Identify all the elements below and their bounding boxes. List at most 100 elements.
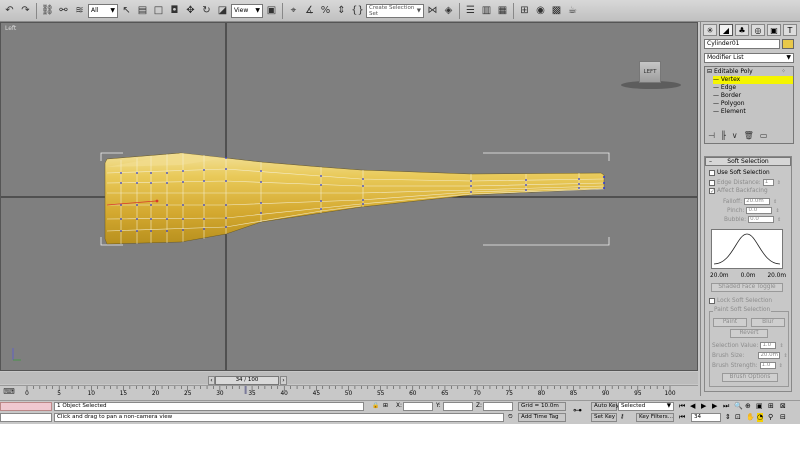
select-by-name-icon[interactable]: ▤ (135, 3, 150, 19)
spinner-arrows-icon[interactable]: ⇕ (779, 343, 783, 349)
modify-tab-icon[interactable]: ◢ (719, 24, 733, 36)
key-filter-icon[interactable]: ⚷ (620, 413, 624, 422)
maxscript-mini-input[interactable] (0, 413, 52, 422)
prev-key-icon[interactable]: ◀ (690, 402, 695, 411)
curve-editor-icon[interactable]: ▦ (495, 3, 510, 19)
maxscript-listener[interactable] (0, 402, 52, 411)
viewcube[interactable]: LEFT (639, 61, 661, 83)
pin-stack-icon[interactable]: ⊣ (708, 131, 715, 140)
time-config-icon[interactable]: ⇕ (725, 413, 731, 422)
key-mode-toggle-icon[interactable]: ⏮ (679, 413, 685, 422)
prev-frame-arrow-icon[interactable]: ‹ (208, 376, 215, 385)
zoom-extents-icon[interactable]: ▣ (756, 402, 763, 411)
scale-icon[interactable]: ◪ (215, 3, 230, 19)
object-color-swatch[interactable] (782, 39, 794, 49)
affect-backfacing-row[interactable]: Affect Backfacing (709, 188, 768, 194)
configure-sets-icon[interactable]: ▭ (760, 131, 768, 140)
edge-distance-row[interactable]: Edge Distance: 1 ⇕ (709, 179, 781, 186)
layer-manager-icon[interactable]: ☰ (463, 3, 478, 19)
x-coord-field[interactable] (403, 402, 433, 411)
next-key-icon[interactable]: ▶ (712, 402, 717, 411)
absolute-mode-icon[interactable]: ⊞ (383, 402, 388, 411)
key-mode-dropdown[interactable]: Selected ▼ (618, 402, 674, 411)
y-coord-field[interactable] (443, 402, 473, 411)
blur-button[interactable]: Blur (751, 318, 785, 327)
remove-modifier-icon[interactable]: 🗑 (744, 131, 754, 140)
time-tag-icon[interactable]: ⏲ (508, 413, 513, 422)
percent-snap-icon[interactable]: % (318, 3, 333, 19)
schematic-view-icon[interactable]: ⊞ (517, 3, 532, 19)
redo-icon[interactable]: ↷ (18, 3, 33, 19)
use-soft-selection-checkbox[interactable] (709, 170, 715, 176)
pinch-spinner[interactable]: 0.0 (746, 207, 773, 214)
rotate-icon[interactable]: ↻ (199, 3, 214, 19)
edge-distance-spinner[interactable]: 1 (762, 179, 774, 186)
angle-snap-icon[interactable]: ∡ (302, 3, 317, 19)
brush-size-spinner[interactable]: 20.0m (758, 352, 781, 359)
zoom-all-icon[interactable]: ⊕ (745, 402, 751, 411)
viewport-left[interactable]: Left LEFT (0, 22, 698, 371)
current-frame-field[interactable]: 34 (691, 413, 721, 422)
spinner-snap-icon[interactable]: ⇕ (334, 3, 349, 19)
render-setup-icon[interactable]: ▩ (549, 3, 564, 19)
spinner-arrows-icon[interactable]: ⇕ (773, 199, 777, 205)
bubble-spinner[interactable]: 0.0 (748, 216, 775, 223)
stack-item-edge[interactable]: — Edge (713, 84, 736, 92)
goto-start-icon[interactable]: ⏮ (679, 402, 685, 411)
select-link-icon[interactable]: ⛓ (40, 3, 55, 19)
play-icon[interactable]: ▶ (701, 402, 706, 411)
lock-selection-icon[interactable]: 🔒 (372, 402, 379, 411)
paint-button[interactable]: Paint (713, 318, 747, 327)
use-soft-selection-row[interactable]: Use Soft Selection (709, 170, 770, 176)
soft-selection-header[interactable]: – Soft Selection (705, 157, 791, 166)
time-slider-thumb[interactable]: 34 / 100 (215, 376, 279, 385)
set-key-button[interactable]: Set Key (591, 413, 617, 422)
spinner-arrows-icon[interactable]: ⇕ (777, 217, 781, 223)
render-icon[interactable]: ☕ (565, 3, 580, 19)
align-icon[interactable]: ◈ (441, 3, 456, 19)
spinner-arrows-icon[interactable]: ⇕ (779, 363, 783, 369)
walkthrough-icon[interactable]: ⚲ (768, 413, 773, 422)
make-unique-icon[interactable]: ∨ (732, 131, 738, 140)
motion-tab-icon[interactable]: ◎ (751, 24, 765, 36)
pan-icon[interactable]: ✋ (746, 413, 755, 422)
stack-item-border[interactable]: — Border (713, 92, 741, 100)
zoom-extents-all-icon[interactable]: ⊞ (768, 402, 774, 411)
spinner-arrows-icon[interactable]: ⇕ (783, 353, 787, 359)
z-coord-field[interactable] (483, 402, 513, 411)
stack-item-editable-poly[interactable]: ⊟ Editable Poly (707, 68, 753, 76)
hierarchy-tab-icon[interactable]: ♣ (735, 24, 749, 36)
orbit-icon[interactable]: ◔ (757, 413, 764, 422)
affect-backfacing-checkbox[interactable] (709, 188, 715, 194)
rect-region-icon[interactable]: □ (151, 3, 166, 19)
goto-end-icon[interactable]: ⏭ (723, 402, 729, 411)
time-slider-track[interactable] (0, 372, 698, 384)
key-filters-button[interactable]: Key Filters... (636, 413, 674, 422)
mirror-icon[interactable]: ⋈ (425, 3, 440, 19)
material-editor-icon[interactable]: ◉ (533, 3, 548, 19)
key-icon[interactable]: ⊶ (573, 407, 582, 416)
graphite-ribbon-icon[interactable]: ▥ (479, 3, 494, 19)
window-crossing-icon[interactable]: ◘ (167, 3, 182, 19)
spinner-arrows-icon[interactable]: ⇕ (777, 180, 781, 186)
modifier-list-dropdown[interactable]: Modifier List ▼ (704, 53, 794, 63)
pivot-icon[interactable]: ▣ (264, 3, 279, 19)
unlink-icon[interactable]: ⚯ (56, 3, 71, 19)
undo-icon[interactable]: ↶ (2, 3, 17, 19)
auto-key-button[interactable]: Auto Key (591, 402, 619, 411)
move-icon[interactable]: ✥ (183, 3, 198, 19)
mini-curve-editor-icon[interactable]: ⌨ (2, 386, 16, 396)
utilities-tab-icon[interactable]: T (783, 24, 797, 36)
stack-item-vertex[interactable]: — Vertex (713, 76, 793, 84)
brush-options-button[interactable]: Brush Options (722, 373, 778, 382)
named-selection-sets-dropdown[interactable]: Create Selection Set ▼ (366, 3, 424, 18)
add-time-tag-button[interactable]: Add Time Tag (518, 413, 566, 422)
object-name-field[interactable]: Cylinder01 (704, 39, 780, 49)
shaded-face-toggle-button[interactable]: Shaded Face Toggle (711, 283, 783, 292)
selection-filter-dropdown[interactable]: All ▼ (88, 3, 118, 18)
bind-space-warp-icon[interactable]: ≋ (72, 3, 87, 19)
zoom-icon[interactable]: 🔍 (734, 402, 743, 411)
select-object-icon[interactable]: ↖ (119, 3, 134, 19)
next-frame-arrow-icon[interactable]: › (280, 376, 287, 385)
spinner-arrows-icon[interactable]: ⇕ (775, 208, 779, 214)
